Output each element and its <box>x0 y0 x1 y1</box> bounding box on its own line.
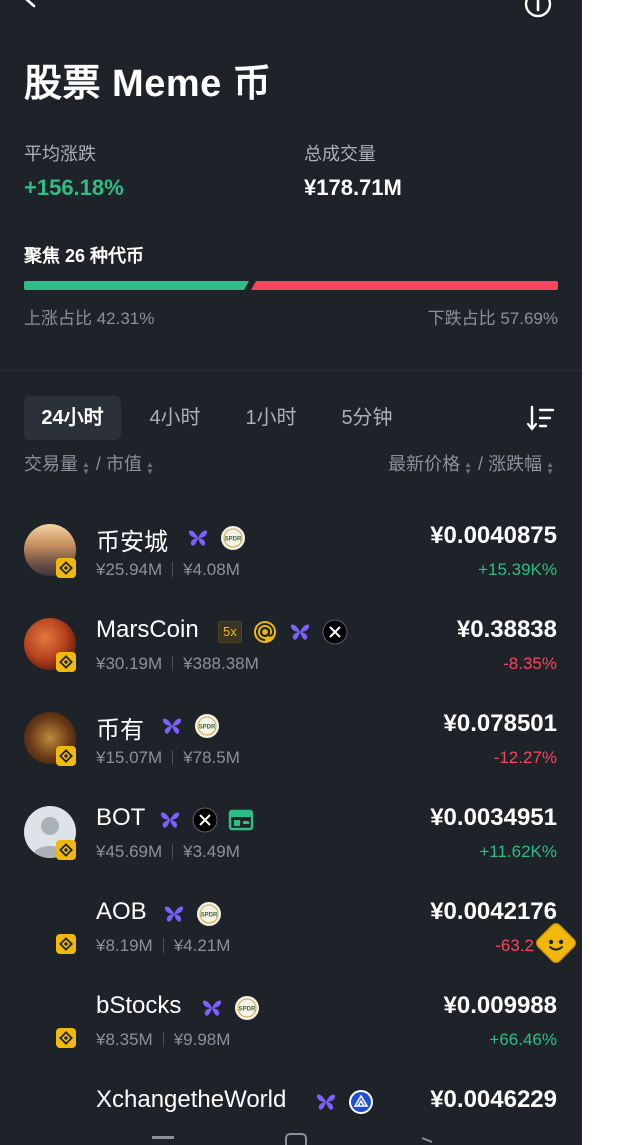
coin-price: ¥0.078501 <box>443 710 557 737</box>
section-divider <box>0 370 582 371</box>
coin-change: -12.27% <box>493 748 557 767</box>
coin-change: +11.62K% <box>479 842 557 861</box>
coin-tags: 5x <box>218 618 348 646</box>
bnb-chain-badge-icon <box>56 558 76 578</box>
sort-toggle-icon[interactable]: ▲ ▼ <box>546 460 554 475</box>
butterfly-icon <box>164 906 184 922</box>
coin-tags <box>314 1088 374 1116</box>
sort-toggle-icon[interactable]: ▲ ▼ <box>146 460 154 475</box>
coin-name: AOB <box>96 898 147 925</box>
svg-text:SPDR: SPDR <box>225 537 242 543</box>
column-header-left: 交易量 ▲ ▼ / 市值 ▲ ▼ <box>24 454 154 476</box>
spdr-icon: SPDR <box>195 714 219 738</box>
coin-row[interactable]: bStocks SPDR ¥8.35M ¥9.98M ¥0.009988 +66.… <box>0 976 582 1070</box>
recent-apps-icon <box>152 1136 174 1139</box>
svg-text:SPDR: SPDR <box>239 1007 256 1013</box>
coin-tags: SPDR <box>200 994 260 1022</box>
coin-volume-mcap: ¥15.07M ¥78.5M <box>96 748 240 767</box>
coin-price: ¥0.38838 <box>456 616 557 643</box>
bnb-chain-badge-icon <box>56 840 76 860</box>
butterfly-icon <box>316 1094 336 1110</box>
exchange-icon <box>228 809 254 831</box>
price-sort-header[interactable]: 最新价格 <box>388 454 460 474</box>
x-icon <box>192 807 218 833</box>
butterfly-icon <box>202 1000 222 1016</box>
app-screen: 股票 Meme 币 平均涨跌 +156.18% 总成交量 ¥178.71M 聚焦… <box>0 0 582 1145</box>
coin-change: +66.46% <box>489 1030 557 1049</box>
home-icon <box>285 1133 307 1145</box>
coin-row[interactable]: BOT ¥45.69M ¥3.49M ¥0.0034951 +11.62K% <box>0 788 582 882</box>
svg-text:SPDR: SPDR <box>199 725 216 731</box>
coin-tags: SPDR <box>162 900 222 928</box>
coin-tags <box>158 806 254 834</box>
coin-price: ¥0.0034951 <box>430 804 557 831</box>
floating-assistant-icon[interactable] <box>531 918 581 968</box>
bnb-chain-badge-icon <box>56 934 76 954</box>
coin-price: ¥0.0046229 <box>430 1086 557 1113</box>
tab-4h[interactable]: 4小时 <box>136 396 214 440</box>
bnb-chain-badge-icon <box>56 1028 76 1048</box>
coin-name: 币安城 <box>96 529 168 556</box>
down-ratio-bar <box>251 281 558 290</box>
coin-change: -63.2 <box>495 936 534 955</box>
up-ratio-label: 上涨占比 42.31% <box>24 309 155 328</box>
coin-volume-mcap: ¥30.19M ¥388.38M <box>96 654 259 673</box>
total-volume-label: 总成交量 <box>304 144 376 164</box>
page-title: 股票 Meme 币 <box>24 63 272 105</box>
sort-toggle-icon[interactable]: ▲ ▼ <box>82 460 90 475</box>
coin-change: +15.39K% <box>478 560 557 579</box>
avg-change-value: +156.18% <box>24 175 124 200</box>
column-header-right: 最新价格 ▲ ▼ / 涨跌幅 ▲ ▼ <box>388 454 554 476</box>
coin-row[interactable]: AOB SPDR ¥8.19M ¥4.21M ¥0.0042176 -63.2 <box>0 882 582 976</box>
butterfly-icon <box>160 812 180 828</box>
info-icon[interactable] <box>522 0 554 20</box>
market-cap-sort-header[interactable]: 市值 <box>106 454 142 474</box>
coin-volume-mcap: ¥8.19M ¥4.21M <box>96 936 231 955</box>
spdr-icon: SPDR <box>221 526 245 550</box>
leverage-badge: 5x <box>218 621 242 643</box>
coin-row[interactable]: 币有 SPDR ¥15.07M ¥78.5M ¥0.078501 -12.27% <box>0 694 582 788</box>
coin-row[interactable]: 币安城 SPDR ¥25.94M ¥4.08M ¥0.0040875 +15.39… <box>0 506 582 600</box>
coin-row[interactable]: MarsCoin 5x ¥30.19M ¥388.38M ¥0.38838 -8.… <box>0 600 582 694</box>
coin-tags: SPDR <box>160 712 220 740</box>
coin-name: BOT <box>96 804 146 831</box>
down-ratio-label: 下跌占比 57.69% <box>427 309 558 328</box>
coin-change: -8.35% <box>503 654 557 673</box>
bnb-chain-badge-icon <box>56 746 76 766</box>
coin-price: ¥0.009988 <box>443 992 557 1019</box>
tab-24h[interactable]: 24小时 <box>24 396 121 440</box>
coin-volume-mcap: ¥8.35M ¥9.98M <box>96 1030 231 1049</box>
back-arrow-icon[interactable] <box>20 0 52 20</box>
bnb-chain-badge-icon <box>56 652 76 672</box>
coin-volume-mcap: ¥45.69M ¥3.49M <box>96 842 240 861</box>
coin-name: bStocks <box>96 992 182 1019</box>
svg-text:SPDR: SPDR <box>201 913 218 919</box>
tab-5m[interactable]: 5分钟 <box>328 396 406 440</box>
system-nav-bar <box>152 1133 433 1145</box>
coin-name: 币有 <box>96 717 144 744</box>
sort-toggle-icon[interactable]: ▲ ▼ <box>464 460 472 475</box>
avg-change-label: 平均涨跌 <box>24 144 96 164</box>
butterfly-icon <box>290 624 309 640</box>
at-icon <box>253 621 276 643</box>
coin-price: ¥0.0040875 <box>430 522 557 549</box>
sort-order-icon[interactable] <box>526 404 556 432</box>
x-icon <box>322 619 348 645</box>
up-ratio-bar <box>24 281 249 290</box>
focus-token-count: 聚焦 26 种代币 <box>24 246 145 266</box>
triangle-logo-icon <box>349 1090 373 1114</box>
total-volume-value: ¥178.71M <box>304 175 402 200</box>
tab-1h[interactable]: 1小时 <box>232 396 310 440</box>
back-nav-icon <box>421 1137 433 1143</box>
butterfly-icon <box>188 530 208 546</box>
coin-volume-mcap: ¥25.94M ¥4.08M <box>96 560 240 579</box>
coin-tags: SPDR <box>186 524 246 552</box>
spdr-icon: SPDR <box>235 996 259 1020</box>
change-sort-header[interactable]: 涨跌幅 <box>488 454 542 474</box>
spdr-icon: SPDR <box>197 902 221 926</box>
coin-name: XchangetheWorld <box>96 1086 287 1113</box>
coin-name: MarsCoin <box>96 616 199 643</box>
volume-sort-header[interactable]: 交易量 <box>24 454 78 474</box>
butterfly-icon <box>162 718 182 734</box>
